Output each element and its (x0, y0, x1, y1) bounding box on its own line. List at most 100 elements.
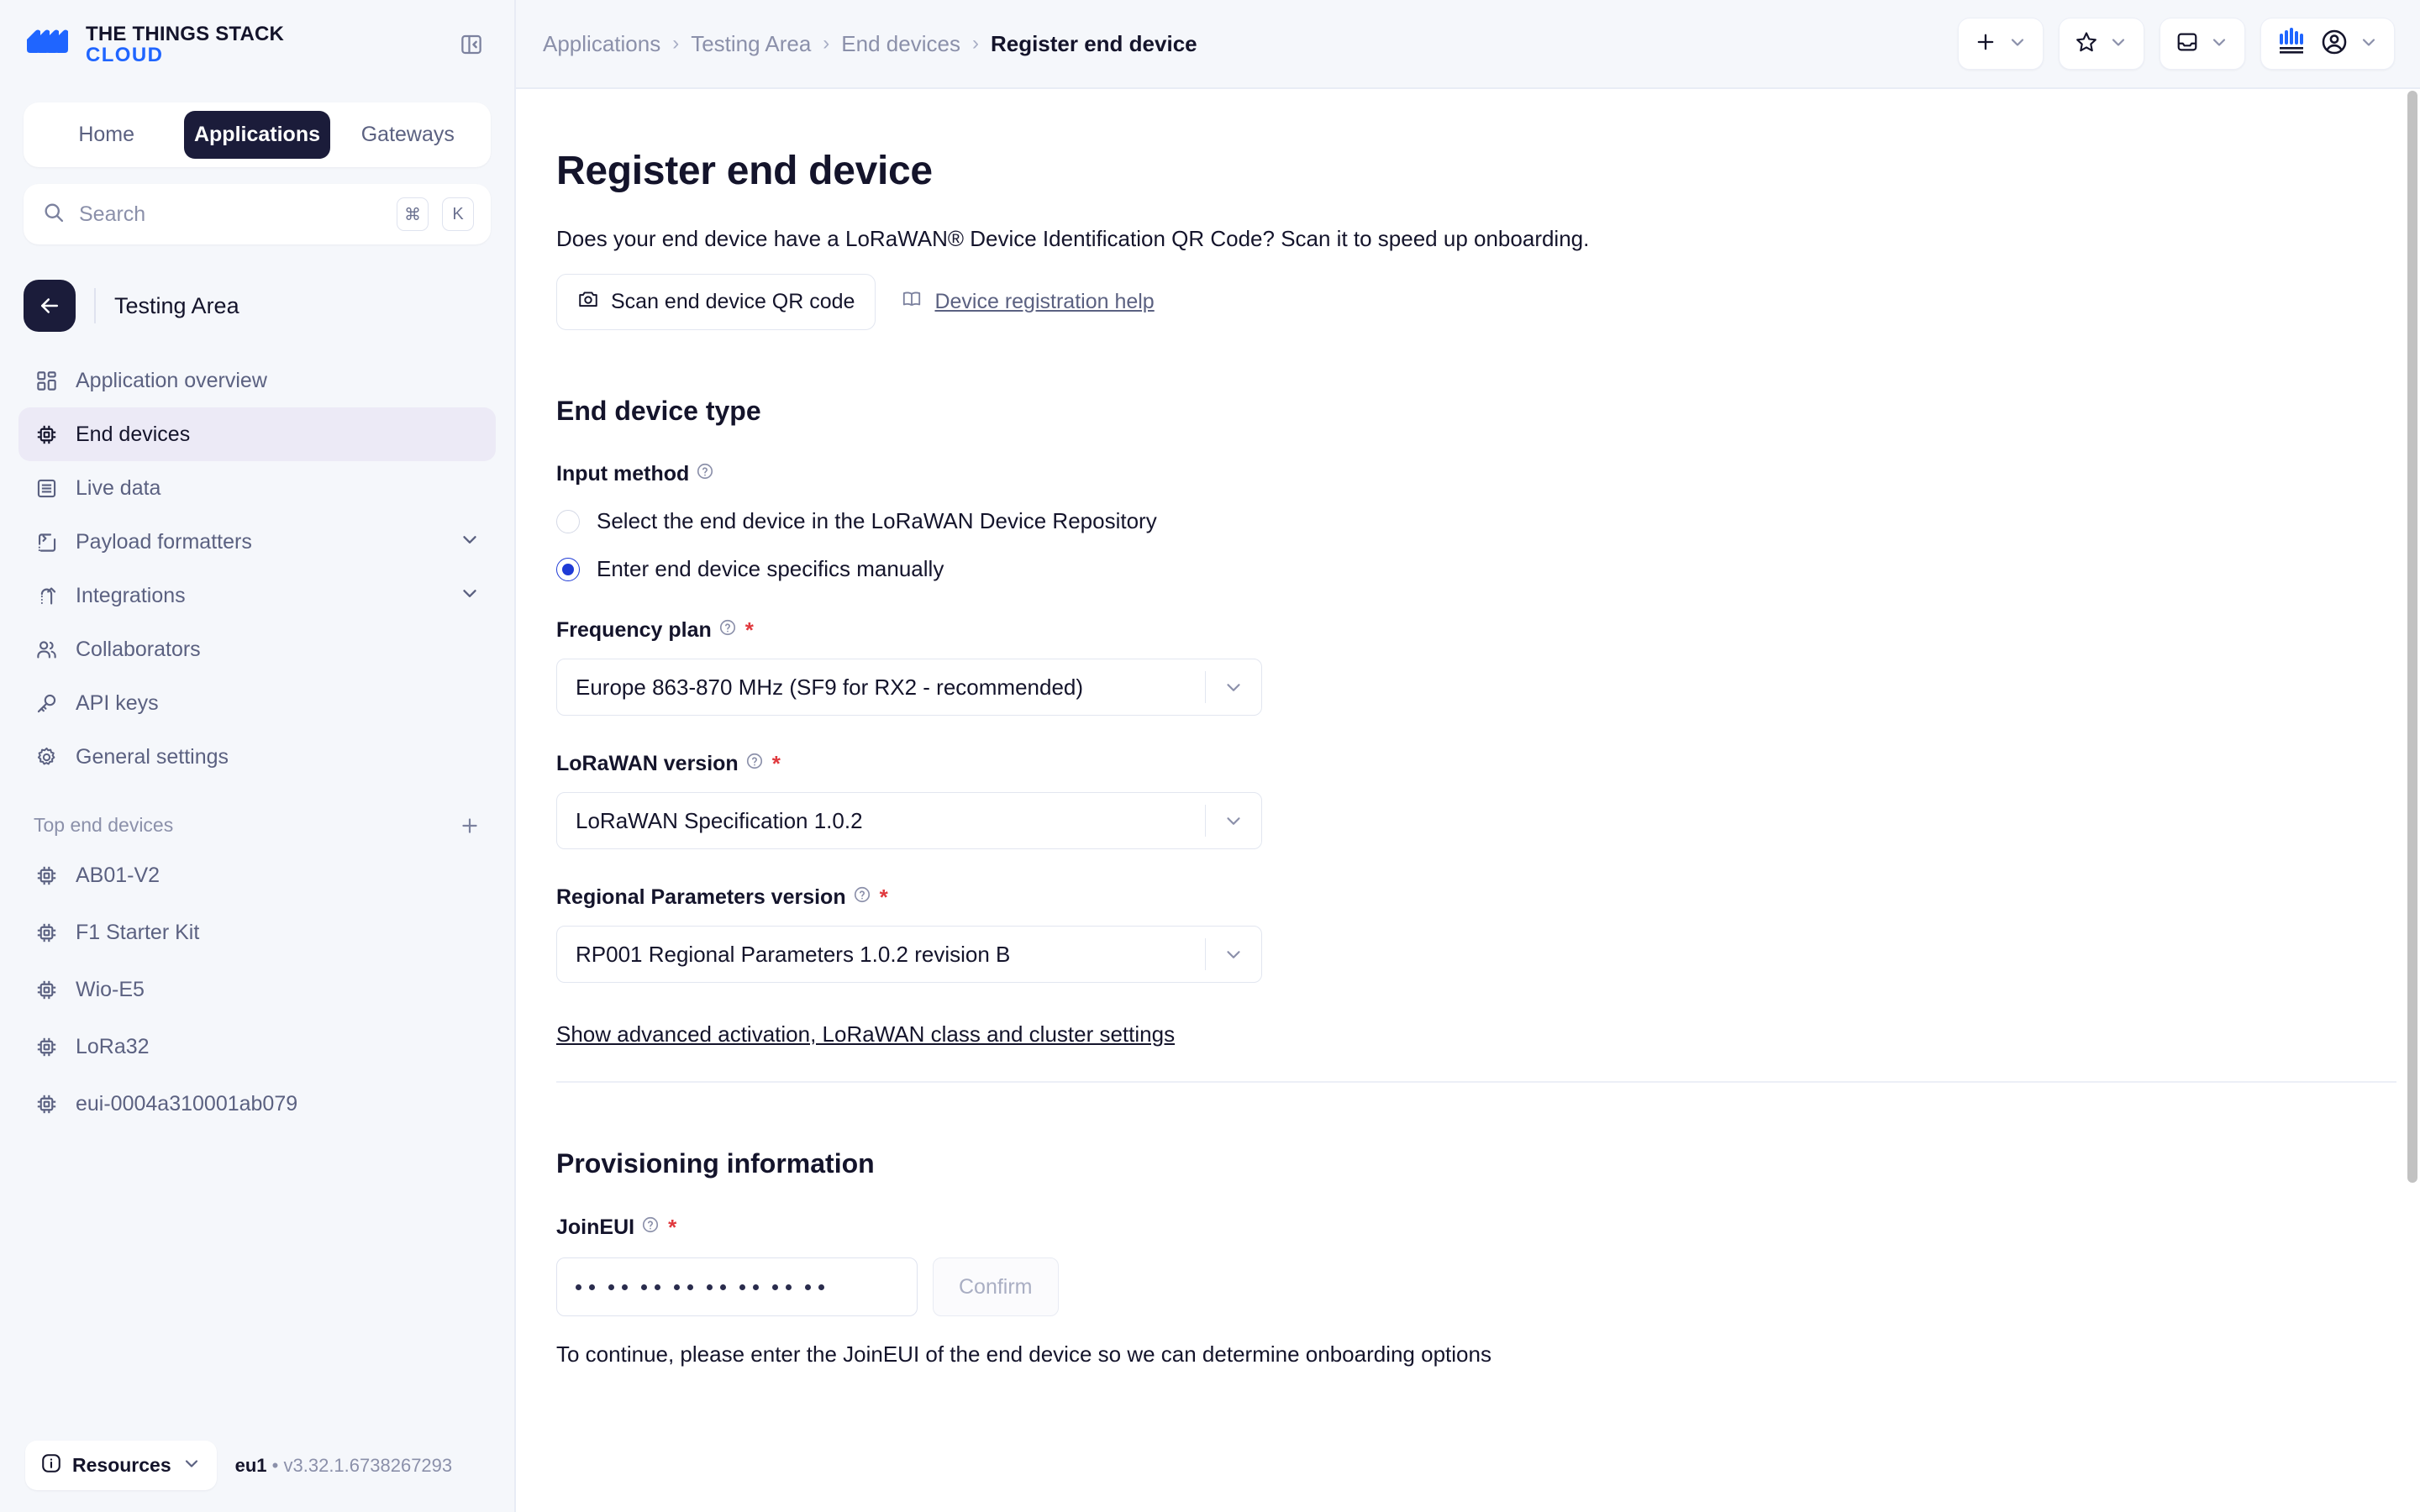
sidebar-item-label: General settings (76, 745, 481, 769)
book-icon (901, 288, 923, 316)
frequency-plan-label-row: Frequency plan * (556, 617, 2405, 643)
end-device-type-heading: End device type (556, 396, 2405, 427)
add-menu-button[interactable] (1958, 18, 2044, 70)
regional-parameters-select[interactable]: RP001 Regional Parameters 1.0.2 revision… (556, 926, 1262, 983)
joineui-label: JoinEUI (556, 1215, 634, 1240)
device-registration-help-link[interactable]: Device registration help (901, 288, 1154, 316)
breadcrumb-applications[interactable]: Applications (543, 31, 660, 57)
frequency-plan-select[interactable]: Europe 863-870 MHz (SF9 for RX2 - recomm… (556, 659, 1262, 716)
cluster-id: eu1 (235, 1455, 267, 1476)
sidebar-item-label: Payload formatters (76, 530, 442, 554)
sidebar-item-label: Collaborators (76, 638, 481, 662)
sidebar-item-application-overview[interactable]: Application overview (18, 354, 496, 407)
sidebar-item-end-devices[interactable]: End devices (18, 407, 496, 461)
bookmarks-menu-button[interactable] (2059, 18, 2144, 70)
radio-button[interactable] (556, 510, 580, 533)
lorawan-version-label-row: LoRaWAN version * (556, 751, 2405, 777)
chevron-down-icon (2359, 32, 2379, 56)
breadcrumb-testing-area[interactable]: Testing Area (691, 31, 811, 57)
chevron-down-icon[interactable] (459, 528, 481, 556)
lorawan-version-select[interactable]: LoRaWAN Specification 1.0.2 (556, 792, 1262, 849)
code-icon (34, 529, 59, 554)
sidebar-item-collaborators[interactable]: Collaborators (18, 622, 496, 676)
regional-parameters-label-row: Regional Parameters version * (556, 885, 2405, 911)
qr-lead-text: Does your end device have a LoRaWAN® Dev… (556, 226, 2405, 252)
question-circle-icon[interactable] (696, 462, 714, 486)
chevron-down-icon[interactable] (1206, 810, 1261, 832)
sidebar-item-live-data[interactable]: Live data (18, 461, 496, 515)
question-circle-icon[interactable] (718, 618, 737, 643)
list-item[interactable]: Wio-E5 (18, 961, 496, 1018)
notifications-menu-button[interactable] (2160, 18, 2245, 70)
users-icon (34, 637, 59, 662)
breadcrumb-end-devices[interactable]: End devices (841, 31, 960, 57)
regional-parameters-label: Regional Parameters version (556, 885, 846, 910)
list-item[interactable]: eui-0004a310001ab079 (18, 1075, 496, 1132)
input-method-label-row: Input method (556, 462, 2405, 486)
version-info: eu1 • v3.32.1.6738267293 (235, 1455, 453, 1477)
radio-button-selected[interactable] (556, 558, 580, 581)
kbd-command: ⌘ (397, 197, 429, 231)
scrollbar-thumb[interactable] (2407, 91, 2417, 1183)
lorawan-version-value: LoRaWAN Specification 1.0.2 (576, 808, 1205, 834)
qr-actions-row: Scan end device QR code Device registrat… (556, 274, 2405, 330)
question-circle-icon[interactable] (853, 885, 871, 910)
grid-icon (34, 368, 59, 393)
key-icon (34, 690, 59, 716)
radio-device-repository[interactable]: Select the end device in the LoRaWAN Dev… (556, 508, 2405, 534)
topbar: Applications › Testing Area › End device… (516, 0, 2420, 89)
sidebar-item-label: End devices (76, 423, 481, 447)
sidebar-item-label: Application overview (76, 369, 481, 393)
radio-manual-entry[interactable]: Enter end device specifics manually (556, 556, 2405, 582)
sidebar-item-payload-formatters[interactable]: Payload formatters (18, 515, 496, 569)
show-advanced-settings-link[interactable]: Show advanced activation, LoRaWAN class … (556, 1021, 1175, 1047)
back-button[interactable] (24, 280, 76, 332)
plus-icon[interactable] (459, 815, 481, 837)
context-header: Testing Area (24, 280, 491, 332)
list-item[interactable]: LoRa32 (18, 1018, 496, 1075)
joineui-placeholder-group (805, 1284, 824, 1290)
joineui-placeholder-group (608, 1284, 628, 1290)
list-item[interactable]: AB01-V2 (18, 847, 496, 904)
question-circle-icon[interactable] (641, 1215, 660, 1240)
joineui-placeholder-group (674, 1284, 693, 1290)
device-name: AB01-V2 (76, 864, 160, 888)
chevron-down-icon[interactable] (1206, 943, 1261, 965)
resources-button[interactable]: Resources (25, 1441, 217, 1490)
radio-label: Enter end device specifics manually (597, 556, 944, 582)
search-input[interactable]: Search ⌘ K (24, 184, 491, 244)
breadcrumb-separator: › (672, 32, 679, 55)
list-item[interactable]: F1 Starter Kit (18, 904, 496, 961)
app-root: THE THINGS STACK CLOUD Home Applications… (0, 0, 2420, 1512)
the-things-stack-logo-icon (25, 28, 71, 61)
frequency-plan-value: Europe 863-870 MHz (SF9 for RX2 - recomm… (576, 675, 1205, 701)
content-wrapper: Register end device Does your end device… (516, 89, 2420, 1512)
joineui-placeholder-group (772, 1284, 792, 1290)
kbd-k: K (442, 197, 474, 231)
sidebar-collapse-icon[interactable] (459, 32, 484, 57)
required-marker: * (880, 885, 888, 911)
joineui-input[interactable] (556, 1257, 918, 1316)
scan-qr-code-button[interactable]: Scan end device QR code (556, 274, 876, 330)
chip-icon (34, 977, 59, 1002)
tab-gateways[interactable]: Gateways (335, 111, 481, 159)
regional-parameters-value: RP001 Regional Parameters 1.0.2 revision… (576, 942, 1205, 968)
profile-menu-button[interactable] (2260, 18, 2395, 70)
tab-home[interactable]: Home (34, 111, 179, 159)
sidebar-item-api-keys[interactable]: API keys (18, 676, 496, 730)
chevron-down-icon (2108, 32, 2128, 56)
joineui-hint: To continue, please enter the JoinEUI of… (556, 1341, 2405, 1368)
chevron-down-icon[interactable] (1206, 676, 1261, 698)
sidebar-item-general-settings[interactable]: General settings (18, 730, 496, 784)
chevron-down-icon (182, 1453, 202, 1478)
joineui-placeholder-group (576, 1284, 595, 1290)
chevron-down-icon[interactable] (459, 582, 481, 610)
question-circle-icon[interactable] (745, 752, 764, 776)
confirm-button[interactable]: Confirm (933, 1257, 1059, 1316)
tab-applications[interactable]: Applications (184, 111, 329, 159)
integration-icon (34, 583, 59, 608)
sidebar-item-label: Integrations (76, 584, 442, 608)
sidebar-item-integrations[interactable]: Integrations (18, 569, 496, 622)
vertical-scrollbar[interactable] (2405, 89, 2420, 1512)
sidebar: THE THINGS STACK CLOUD Home Applications… (0, 0, 516, 1512)
